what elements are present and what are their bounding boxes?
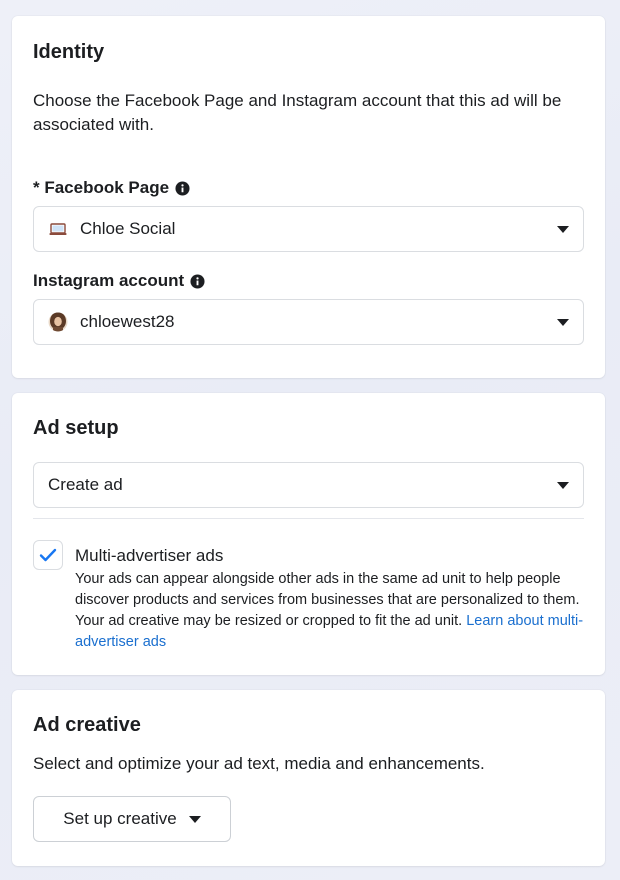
dropdown-caret-icon bbox=[557, 225, 569, 233]
dropdown-caret-icon bbox=[188, 815, 201, 823]
instagram-account-value: chloewest28 bbox=[80, 312, 175, 331]
facebook-page-select[interactable]: Chloe Social bbox=[33, 206, 584, 252]
ad-creative-card: Ad creative Select and optimize your ad … bbox=[12, 690, 605, 866]
multi-advertiser-title: Multi-advertiser ads bbox=[75, 546, 224, 565]
ad-setup-card: Ad setup Create ad Multi-advertiser ads … bbox=[12, 393, 605, 675]
instagram-account-label: Instagram account bbox=[33, 271, 205, 291]
instagram-account-label-text: Instagram account bbox=[33, 271, 185, 290]
set-up-creative-button[interactable]: Set up creative bbox=[33, 796, 231, 842]
dropdown-caret-icon bbox=[557, 318, 569, 326]
set-up-creative-label: Set up creative bbox=[63, 809, 177, 828]
checkmark-icon bbox=[39, 548, 57, 562]
ad-creative-description: Select and optimize your ad text, media … bbox=[33, 754, 485, 773]
ad-setup-select[interactable]: Create ad bbox=[33, 462, 584, 508]
avatar bbox=[48, 312, 68, 332]
ad-creative-title: Ad creative bbox=[33, 714, 141, 736]
facebook-page-value: Chloe Social bbox=[80, 219, 176, 238]
divider bbox=[33, 518, 584, 519]
info-icon[interactable] bbox=[175, 180, 190, 196]
identity-card: Identity Choose the Facebook Page and In… bbox=[12, 16, 605, 378]
dropdown-caret-icon bbox=[557, 481, 569, 489]
ad-setup-value: Create ad bbox=[48, 475, 123, 494]
facebook-page-label: * Facebook Page bbox=[33, 178, 190, 198]
laptop-icon bbox=[49, 223, 67, 235]
instagram-account-select[interactable]: chloewest28 bbox=[33, 299, 584, 345]
identity-description: Choose the Facebook Page and Instagram a… bbox=[33, 91, 562, 134]
ad-setup-title: Ad setup bbox=[33, 417, 119, 439]
multi-advertiser-description: Your ads can appear alongside other ads … bbox=[75, 569, 590, 653]
multi-advertiser-checkbox[interactable] bbox=[33, 540, 63, 570]
info-icon[interactable] bbox=[190, 273, 205, 289]
identity-title: Identity bbox=[33, 41, 105, 63]
facebook-page-label-text: * Facebook Page bbox=[33, 178, 170, 197]
